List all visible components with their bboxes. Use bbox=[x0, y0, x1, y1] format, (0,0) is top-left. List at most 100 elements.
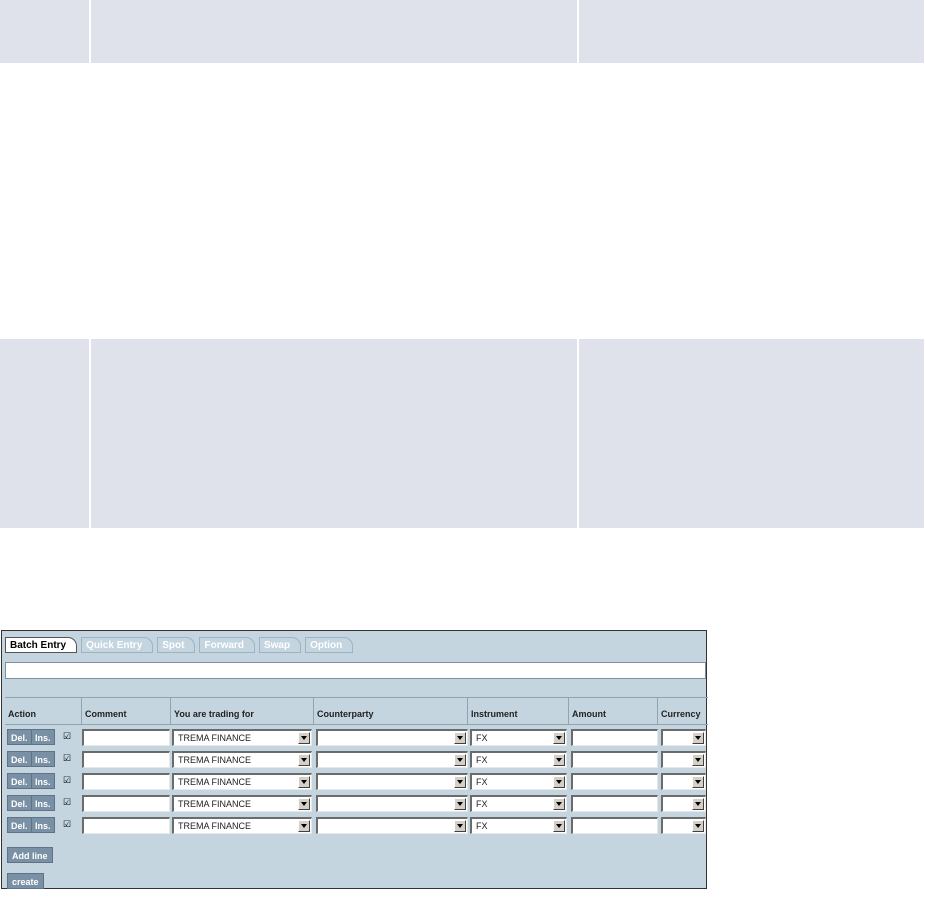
amount-input[interactable] bbox=[571, 729, 658, 746]
chevron-down-icon[interactable] bbox=[553, 754, 565, 766]
amount-input[interactable] bbox=[571, 773, 658, 790]
chevron-down-icon[interactable] bbox=[553, 820, 565, 832]
tab-forward[interactable]: Forward bbox=[199, 637, 255, 653]
top-table-cell bbox=[90, 0, 579, 63]
chevron-down-icon[interactable] bbox=[692, 754, 704, 766]
counterparty-select[interactable] bbox=[316, 817, 468, 834]
column-header-amount: Amount bbox=[568, 698, 657, 724]
chevron-down-icon[interactable] bbox=[553, 732, 565, 744]
tab-spot[interactable]: Spot bbox=[157, 637, 196, 653]
insert-row-button[interactable]: Ins. bbox=[31, 751, 55, 767]
counterparty-select[interactable] bbox=[316, 751, 468, 768]
tab-batch-entry[interactable]: Batch Entry bbox=[5, 637, 78, 653]
currency-select[interactable] bbox=[661, 773, 706, 790]
insert-row-button[interactable]: Ins. bbox=[31, 773, 55, 789]
amount-input[interactable] bbox=[571, 795, 658, 812]
chevron-down-icon[interactable] bbox=[454, 776, 466, 788]
comment-input[interactable] bbox=[82, 751, 170, 768]
currency-select[interactable] bbox=[661, 817, 706, 834]
currency-select[interactable] bbox=[661, 751, 706, 768]
row-checkbox[interactable]: ☑ bbox=[62, 732, 72, 742]
instrument-select[interactable]: FX bbox=[470, 817, 567, 834]
middle-table-cell bbox=[0, 339, 91, 528]
trading-for-value: TREMA FINANCE bbox=[178, 777, 252, 787]
delete-row-button[interactable]: Del. bbox=[7, 773, 32, 789]
trading-for-value: TREMA FINANCE bbox=[178, 733, 252, 743]
chevron-down-icon[interactable] bbox=[692, 798, 704, 810]
chevron-down-icon[interactable] bbox=[298, 798, 310, 810]
table-row: Del. Ins. ☑ TREMA FINANCE FX bbox=[5, 773, 708, 791]
instrument-value: FX bbox=[476, 755, 488, 765]
table-row: Del. Ins. ☑ TREMA FINANCE FX bbox=[5, 795, 708, 813]
instrument-select[interactable]: FX bbox=[470, 729, 567, 746]
insert-row-button[interactable]: Ins. bbox=[31, 795, 55, 811]
instrument-select[interactable]: FX bbox=[470, 751, 567, 768]
comment-input[interactable] bbox=[82, 817, 170, 834]
chevron-down-icon[interactable] bbox=[454, 732, 466, 744]
instrument-value: FX bbox=[476, 821, 488, 831]
top-table-cell bbox=[578, 0, 924, 63]
tab-swap[interactable]: Swap bbox=[258, 637, 302, 653]
currency-select[interactable] bbox=[661, 729, 706, 746]
grid-header: Action Comment You are trading for Count… bbox=[5, 697, 708, 725]
delete-row-button[interactable]: Del. bbox=[7, 817, 32, 833]
trading-for-value: TREMA FINANCE bbox=[178, 755, 252, 765]
amount-input[interactable] bbox=[571, 817, 658, 834]
trading-for-select[interactable]: TREMA FINANCE bbox=[172, 817, 312, 834]
insert-row-button[interactable]: Ins. bbox=[31, 817, 55, 833]
table-row: Del. Ins. ☑ TREMA FINANCE FX bbox=[5, 817, 708, 835]
row-checkbox[interactable]: ☑ bbox=[62, 798, 72, 808]
chevron-down-icon[interactable] bbox=[553, 776, 565, 788]
comment-input[interactable] bbox=[82, 729, 170, 746]
delete-row-button[interactable]: Del. bbox=[7, 795, 32, 811]
tab-quick-entry[interactable]: Quick Entry bbox=[81, 637, 154, 653]
counterparty-select[interactable] bbox=[316, 729, 468, 746]
instrument-select[interactable]: FX bbox=[470, 773, 567, 790]
counterparty-select[interactable] bbox=[316, 773, 468, 790]
chevron-down-icon[interactable] bbox=[454, 798, 466, 810]
add-line-button[interactable]: Add line bbox=[7, 847, 53, 863]
row-checkbox[interactable]: ☑ bbox=[62, 776, 72, 786]
trading-for-select[interactable]: TREMA FINANCE bbox=[172, 751, 312, 768]
column-header-currency: Currency bbox=[657, 698, 708, 724]
trading-for-value: TREMA FINANCE bbox=[178, 821, 252, 831]
trading-for-select[interactable]: TREMA FINANCE bbox=[172, 773, 312, 790]
tab-bar: Batch Entry Quick Entry Spot Forward Swa… bbox=[5, 637, 354, 653]
chevron-down-icon[interactable] bbox=[692, 820, 704, 832]
message-bar bbox=[5, 662, 706, 679]
trading-for-select[interactable]: TREMA FINANCE bbox=[172, 795, 312, 812]
column-header-comment: Comment bbox=[81, 698, 170, 724]
column-header-counterparty: Counterparty bbox=[313, 698, 467, 724]
batch-entry-panel: Batch Entry Quick Entry Spot Forward Swa… bbox=[1, 630, 708, 889]
instrument-value: FX bbox=[476, 733, 488, 743]
instrument-value: FX bbox=[476, 777, 488, 787]
chevron-down-icon[interactable] bbox=[298, 776, 310, 788]
currency-select[interactable] bbox=[661, 795, 706, 812]
counterparty-select[interactable] bbox=[316, 795, 468, 812]
column-header-trading-for: You are trading for bbox=[170, 698, 313, 724]
column-header-action: Action bbox=[8, 709, 36, 719]
chevron-down-icon[interactable] bbox=[298, 820, 310, 832]
middle-table-cell bbox=[578, 339, 924, 528]
delete-row-button[interactable]: Del. bbox=[7, 729, 32, 745]
chevron-down-icon[interactable] bbox=[692, 776, 704, 788]
chevron-down-icon[interactable] bbox=[454, 754, 466, 766]
comment-input[interactable] bbox=[82, 795, 170, 812]
delete-row-button[interactable]: Del. bbox=[7, 751, 32, 767]
instrument-select[interactable]: FX bbox=[470, 795, 567, 812]
instrument-value: FX bbox=[476, 799, 488, 809]
insert-row-button[interactable]: Ins. bbox=[31, 729, 55, 745]
top-table bbox=[0, 0, 924, 63]
row-checkbox[interactable]: ☑ bbox=[62, 754, 72, 764]
tab-option[interactable]: Option bbox=[305, 637, 354, 653]
amount-input[interactable] bbox=[571, 751, 658, 768]
comment-input[interactable] bbox=[82, 773, 170, 790]
chevron-down-icon[interactable] bbox=[553, 798, 565, 810]
chevron-down-icon[interactable] bbox=[454, 820, 466, 832]
row-checkbox[interactable]: ☑ bbox=[62, 820, 72, 830]
trading-for-select[interactable]: TREMA FINANCE bbox=[172, 729, 312, 746]
chevron-down-icon[interactable] bbox=[298, 754, 310, 766]
chevron-down-icon[interactable] bbox=[692, 732, 704, 744]
chevron-down-icon[interactable] bbox=[298, 732, 310, 744]
create-button[interactable]: create bbox=[7, 873, 44, 889]
